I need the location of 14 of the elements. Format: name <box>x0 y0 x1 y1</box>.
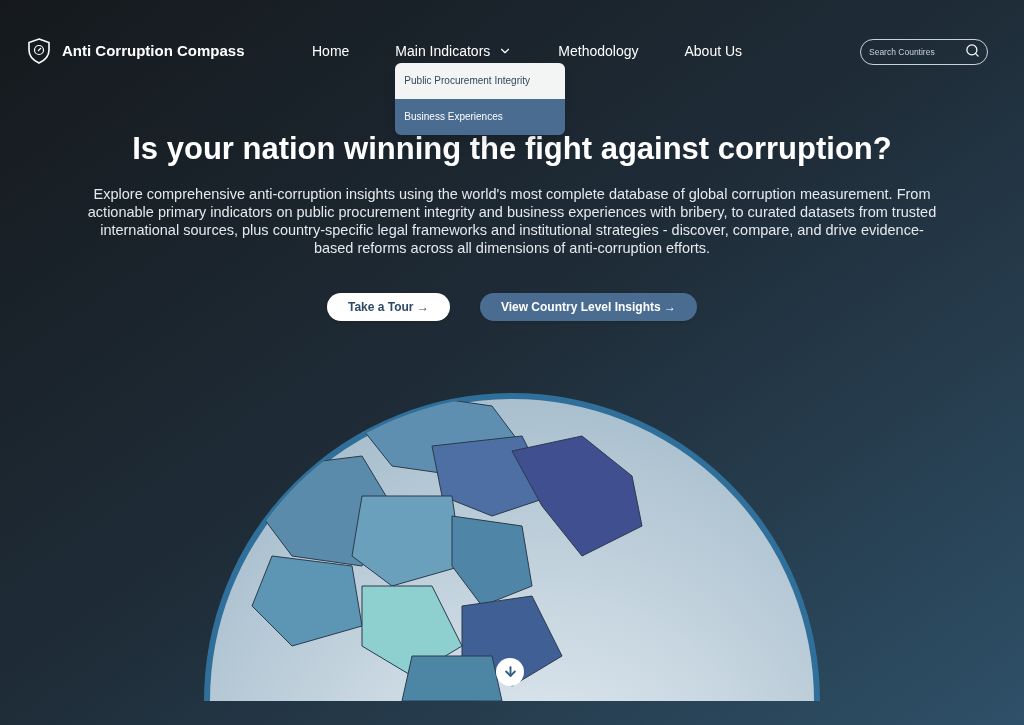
hero-description: Explore comprehensive anti-corruption insights using the world's most complete database of global corruption measurement. From actionable primary indicators on public procurement integrity and business experiences with bribery, to curated datasets from trusted international sources, plus country-specific legal frameworks and institutional strategies - discover, compare, and drive evidence-based reforms across all dimensions of anti-corruption efforts. <box>87 184 937 257</box>
dropdown-item[interactable]: Public Procurement Integrity <box>395 62 566 99</box>
shield-compass-icon <box>28 38 50 64</box>
nav-link[interactable]: Home <box>312 40 350 62</box>
insights-button[interactable]: View Country Level Insights → <box>479 292 698 321</box>
nav-link[interactable]: Methodology <box>558 40 639 62</box>
nav-dropdown[interactable]: Main Indicators <box>395 40 513 62</box>
dropdown-item[interactable]: Business Experiences <box>395 98 566 135</box>
nav-link[interactable]: About Us <box>684 40 743 62</box>
arrow-down-icon <box>502 664 518 680</box>
search-field[interactable]: Search Countires <box>860 38 988 65</box>
tour-button[interactable]: Take a Tour → <box>326 292 450 321</box>
brand-name: Anti Corruption Compass <box>62 40 245 61</box>
search-icon[interactable] <box>965 42 980 58</box>
